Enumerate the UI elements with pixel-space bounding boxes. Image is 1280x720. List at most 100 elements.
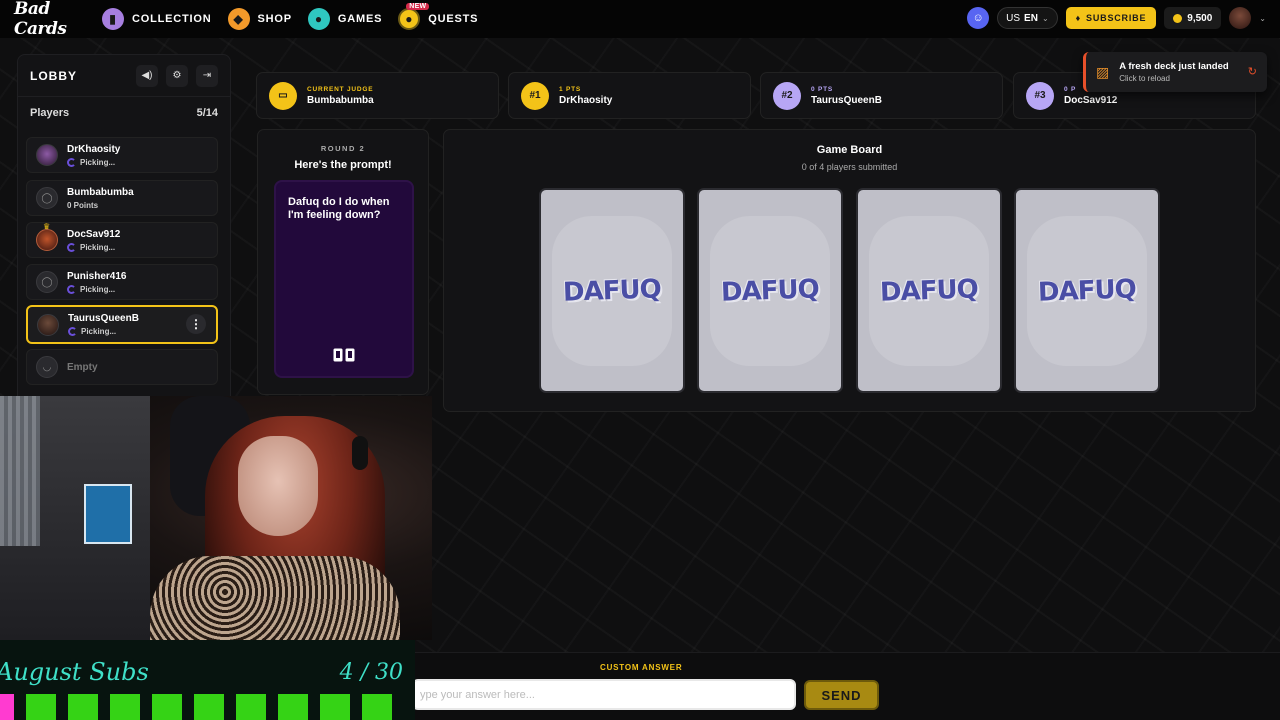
progress-cell: [236, 694, 266, 720]
player-name: TaurusQueenB: [68, 313, 139, 324]
webcam-overlay: [0, 396, 432, 640]
player-row[interactable]: ♛ DocSav912 Picking...: [26, 222, 218, 258]
progress-cell: [362, 694, 392, 720]
spinner-icon: [68, 327, 77, 336]
nav-games[interactable]: ● GAMES: [307, 8, 383, 30]
user-avatar[interactable]: [1229, 7, 1252, 29]
player-status: Picking...: [68, 327, 139, 336]
quests-icon: ● NEW: [398, 3, 430, 30]
nav-shop-label: SHOP: [257, 13, 292, 25]
subs-goal-overlay: August Subs 4 / 30: [0, 640, 415, 720]
top-nav: Bad Cards ▮ COLLECTION ◆ SHOP ● GAMES ● …: [0, 0, 1280, 39]
player-status-text: Picking...: [80, 284, 116, 294]
discord-icon[interactable]: ☺: [967, 7, 990, 29]
nav-games-label: GAMES: [337, 13, 383, 25]
board-subtitle: 0 of 4 players submitted: [801, 162, 898, 172]
progress-cell: [152, 694, 182, 720]
players-header: Players 5/14: [18, 97, 230, 119]
score-card: #1 1 PTS DrKhaosity: [508, 72, 751, 119]
progress-cell: [26, 694, 56, 720]
prompt-header: Here's the prompt!: [294, 159, 392, 171]
diamond-icon: ♦: [1075, 13, 1082, 23]
player-row-selected[interactable]: TaurusQueenB Picking... ⋮: [26, 305, 218, 344]
empty-seat-icon: ◡: [36, 356, 58, 378]
reload-icon[interactable]: ↻: [1248, 65, 1257, 78]
webcam-figure-box: [84, 484, 132, 544]
games-icon: ●: [307, 8, 330, 30]
logo[interactable]: Bad Cards: [14, 0, 86, 39]
player-name: Empty: [67, 361, 98, 373]
nav-collection[interactable]: ▮ COLLECTION: [102, 8, 212, 30]
player-name: Punisher416: [67, 270, 127, 282]
shop-icon: ◆: [227, 8, 250, 30]
score-label: CURRENT JUDGE: [307, 85, 374, 93]
player-status-text: Picking...: [81, 327, 117, 336]
player-name: Bumbabumba: [67, 186, 134, 198]
score-name: Bumbabumba: [307, 94, 374, 106]
score-name: DrKhaosity: [559, 94, 613, 106]
toast-subtitle: Click to reload: [1119, 74, 1170, 83]
judge-card: ▭ CURRENT JUDGE Bumbabumba: [256, 72, 499, 119]
lobby-title: LOBBY: [30, 68, 77, 83]
progress-cell: [278, 694, 308, 720]
subscribe-button[interactable]: ♦ SUBSCRIBE: [1065, 7, 1157, 29]
card-back-logo: DAFUQ: [1037, 273, 1137, 308]
webcam-blinds: [0, 396, 40, 546]
language-select[interactable]: US EN ⌄: [997, 7, 1058, 29]
answer-card-slot[interactable]: DAFUQ: [697, 188, 843, 393]
webcam-person-face: [238, 436, 318, 536]
deck-reload-toast[interactable]: ▨ A fresh deck just landed Click to relo…: [1083, 52, 1267, 92]
prompt-text: Dafuq do I do when I'm feeling down?: [288, 196, 390, 221]
subscribe-label: SUBSCRIBE: [1086, 13, 1147, 23]
leave-button[interactable]: ⇥: [196, 64, 218, 87]
nav-right: ☺ US EN ⌄ ♦ SUBSCRIBE 9,500 ⌄: [967, 7, 1266, 29]
progress-cell: [68, 694, 98, 720]
player-row[interactable]: DrKhaosity Picking...: [26, 137, 218, 173]
rank-badge: #3: [1026, 81, 1054, 110]
progress-cell: [194, 694, 224, 720]
send-button[interactable]: SEND: [804, 680, 879, 710]
nav-quests[interactable]: ● NEW QUESTS: [398, 3, 479, 30]
coin-balance[interactable]: 9,500: [1164, 7, 1222, 29]
player-row-empty: ◡ Empty: [26, 349, 218, 385]
chevron-down-icon: ⌄: [1041, 13, 1049, 23]
players-count: 5/14: [196, 107, 218, 119]
board-title: Game Board: [816, 144, 883, 156]
score-name: TaurusQueenB: [811, 94, 882, 106]
nav-shop[interactable]: ◆ SHOP: [227, 8, 292, 30]
webcam-headset: [352, 436, 368, 470]
round-label: ROUND 2: [320, 144, 366, 153]
coin-icon: [1173, 13, 1183, 23]
card-deck-icon: ▨: [1096, 63, 1110, 80]
player-status-text: Picking...: [80, 157, 116, 167]
webcam-person-clothing: [150, 556, 400, 640]
players-label: Players: [30, 107, 70, 119]
spinner-icon: [67, 284, 76, 294]
settings-button[interactable]: ⚙: [166, 64, 188, 87]
spinner-icon: [67, 157, 76, 167]
progress-cell: [320, 694, 350, 720]
lobby-header: LOBBY ◀) ⚙ ⇥: [18, 55, 230, 97]
sound-button[interactable]: ◀): [136, 64, 158, 87]
answer-card-slot[interactable]: DAFUQ: [1014, 188, 1160, 393]
lang-country: US: [1006, 12, 1021, 24]
answer-card-slot[interactable]: DAFUQ: [539, 188, 685, 393]
judge-icon: ▭: [269, 81, 297, 110]
custom-answer-input[interactable]: [412, 679, 796, 710]
speaker-icon: ◀): [141, 70, 153, 81]
player-row[interactable]: ◯ Punisher416 Picking...: [26, 264, 218, 300]
collection-icon: ▮: [102, 8, 124, 30]
score-name: DocSav912: [1064, 94, 1118, 106]
player-row[interactable]: ◯ Bumbabumba 0 Points: [26, 180, 218, 216]
chevron-down-icon[interactable]: ⌄: [1259, 14, 1266, 23]
user-icon: ◯: [36, 271, 58, 293]
answer-card-slot[interactable]: DAFUQ: [856, 188, 1002, 393]
card-back-logo: DAFUQ: [562, 273, 662, 308]
prompt-panel: ROUND 2 Here's the prompt! Dafuq do I do…: [257, 129, 429, 395]
nav-quests-label: QUESTS: [428, 13, 479, 25]
more-menu-button[interactable]: ⋮: [186, 314, 206, 334]
spinner-icon: [67, 242, 76, 252]
game-board: Game Board 0 of 4 players submitted DAFU…: [443, 129, 1256, 412]
player-status: Picking...: [67, 284, 126, 294]
prompt-card: Dafuq do I do when I'm feeling down?: [274, 180, 414, 378]
